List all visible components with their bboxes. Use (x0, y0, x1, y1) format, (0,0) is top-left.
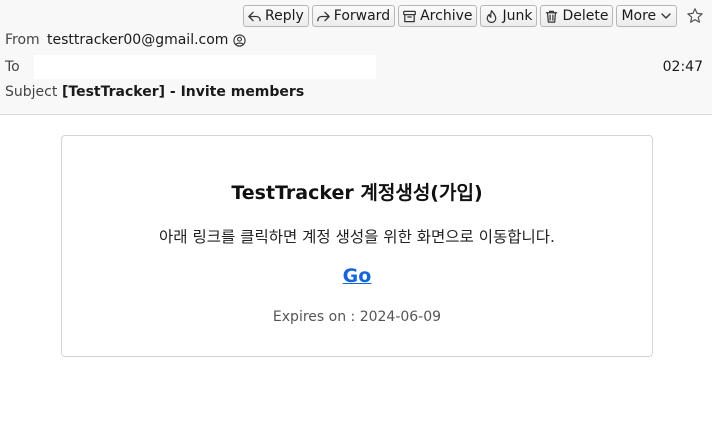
reply-label: Reply (265, 8, 304, 24)
more-label: More (621, 8, 657, 24)
forward-icon (317, 11, 330, 21)
to-row: To (5, 58, 39, 76)
reply-icon (248, 11, 261, 21)
chevron-down-icon (661, 13, 671, 19)
to-label: To (5, 59, 20, 75)
message-description: 아래 링크를 클릭하면 계정 생성을 위한 화면으로 이동합니다. (159, 228, 555, 246)
contact-icon[interactable] (233, 33, 247, 47)
archive-button[interactable]: Archive (398, 5, 478, 27)
subject-value: [TestTracker] - Invite members (62, 84, 305, 100)
delete-icon (546, 10, 558, 23)
junk-button[interactable]: Junk (480, 5, 538, 27)
from-label: From (5, 32, 40, 48)
forward-button[interactable]: Forward (311, 5, 396, 27)
reply-button[interactable]: Reply (243, 5, 309, 27)
junk-icon (487, 9, 497, 23)
go-link[interactable]: Go (343, 265, 372, 287)
from-row: From testtracker00@gmail.com (5, 31, 247, 49)
archive-label: Archive (420, 8, 473, 24)
from-address[interactable]: testtracker00@gmail.com (47, 31, 228, 49)
archive-icon (403, 10, 417, 22)
junk-label: Junk (502, 8, 533, 24)
message-card: TestTracker 계정생성(가입) 아래 링크를 클릭하면 계정 생성을 … (61, 135, 653, 357)
star-icon[interactable] (686, 7, 704, 25)
delete-label: Delete (562, 8, 609, 24)
message-title: TestTracker 계정생성(가입) (231, 182, 483, 204)
more-button[interactable]: More (616, 5, 678, 27)
message-toolbar: Reply Forward Archive Junk Delete More (243, 5, 678, 27)
go-link-container: Go (62, 265, 652, 287)
delete-button[interactable]: Delete (540, 5, 614, 27)
expiry-text: Expires on : 2024-06-09 (272, 309, 442, 325)
message-date: 02:47 (662, 59, 703, 75)
forward-label: Forward (333, 8, 391, 24)
message-header: Reply Forward Archive Junk Delete More F… (0, 0, 712, 115)
to-field[interactable] (34, 55, 376, 79)
subject-row: Subject [TestTracker] - Invite members (5, 83, 304, 101)
subject-label: Subject (5, 84, 58, 100)
